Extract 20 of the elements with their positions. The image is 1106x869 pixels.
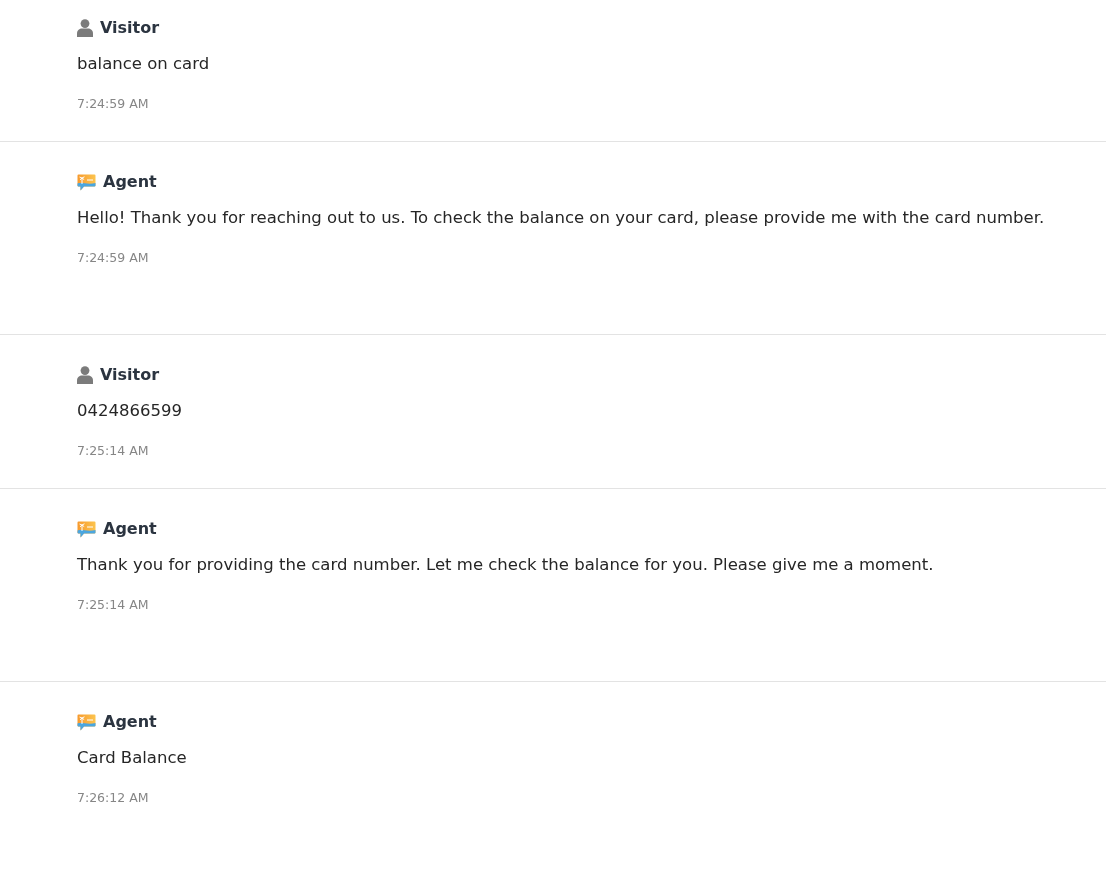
message-text: Thank you for providing the card number. Let me check the balance for you. Please give me a moment. (77, 554, 934, 576)
message-time: 7:26:12 AM (77, 790, 149, 806)
message-time: 7:25:14 AM (77, 597, 149, 613)
message-text: Hello! Thank you for reaching out to us. To check the balance on your card, please provide me with the card number. (77, 207, 1045, 229)
sender-name: Agent (103, 171, 157, 193)
person-icon (77, 366, 93, 384)
chat-bubble-icon (77, 713, 96, 731)
sender-name: Agent (103, 518, 157, 540)
message-time: 7:25:14 AM (77, 443, 149, 459)
person-icon (77, 19, 93, 37)
message-text: 0424866599 (77, 400, 182, 422)
message-text: balance on card (77, 53, 210, 75)
sender-name: Visitor (100, 17, 160, 39)
chat-bubble-icon (77, 520, 96, 538)
chat-bubble-icon (77, 173, 96, 191)
message-time: 7:24:59 AM (77, 96, 149, 112)
message-time: 7:24:59 AM (77, 250, 149, 266)
sender-name: Visitor (100, 364, 160, 386)
sender-name: Agent (103, 711, 157, 733)
message-text: Card Balance (77, 747, 187, 769)
